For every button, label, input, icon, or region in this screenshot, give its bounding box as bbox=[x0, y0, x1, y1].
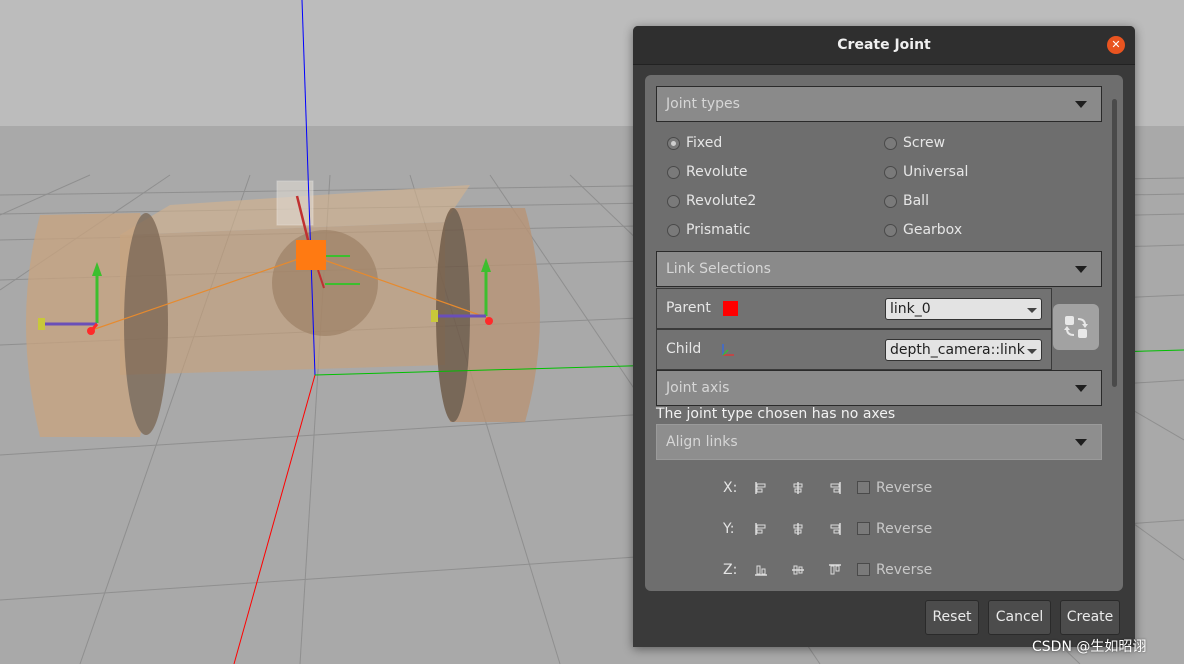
chevron-down-icon bbox=[1075, 101, 1087, 108]
parent-label: Parent bbox=[666, 300, 711, 316]
parent-link-value: link_0 bbox=[890, 301, 931, 317]
swap-icon bbox=[1064, 316, 1088, 338]
radio-label: Gearbox bbox=[903, 222, 963, 238]
radio-button-icon bbox=[667, 195, 680, 208]
align-y-max-icon[interactable] bbox=[828, 522, 842, 536]
child-label: Child bbox=[666, 341, 702, 357]
align-y-min-icon[interactable] bbox=[754, 522, 768, 536]
radio-label: Revolute bbox=[686, 164, 748, 180]
align-y-center-icon[interactable] bbox=[791, 522, 805, 536]
swap-links-button[interactable] bbox=[1053, 304, 1099, 350]
align-x-label: X: bbox=[723, 480, 738, 496]
chevron-down-icon bbox=[1075, 385, 1087, 392]
align-z-reverse-label: Reverse bbox=[876, 562, 933, 578]
joint-types-label: Joint types bbox=[666, 96, 740, 112]
radio-label: Prismatic bbox=[686, 222, 751, 238]
radio-button-icon bbox=[667, 166, 680, 179]
scrollbar[interactable] bbox=[1112, 99, 1117, 387]
depth-camera-box[interactable] bbox=[276, 180, 314, 226]
chevron-down-icon bbox=[1027, 349, 1037, 354]
joint-axis-header[interactable]: Joint axis bbox=[656, 370, 1102, 406]
radio-button-icon bbox=[884, 195, 897, 208]
link-selections-label: Link Selections bbox=[666, 261, 771, 277]
parent-link-select[interactable]: link_0 bbox=[885, 298, 1042, 320]
watermark: CSDN @生如昭诩 bbox=[1032, 639, 1147, 655]
align-x-reverse-label: Reverse bbox=[876, 480, 933, 496]
align-links-header[interactable]: Align links bbox=[656, 424, 1102, 460]
close-icon[interactable]: ✕ bbox=[1107, 36, 1125, 54]
align-z-center-icon[interactable] bbox=[791, 563, 805, 577]
align-z-label: Z: bbox=[723, 562, 738, 578]
align-z-min-icon[interactable] bbox=[754, 563, 768, 577]
align-x-min-icon[interactable] bbox=[754, 481, 768, 495]
radio-label: Screw bbox=[903, 135, 946, 151]
cancel-button[interactable]: Cancel bbox=[988, 600, 1051, 635]
radio-button-icon bbox=[667, 137, 680, 150]
child-link-row: Child depth_camera::link bbox=[656, 329, 1052, 370]
radio-button-icon bbox=[884, 137, 897, 150]
dialog-content-panel[interactable]: Joint types Fixed Screw Revolute Univers… bbox=[645, 75, 1123, 591]
align-z-max-icon[interactable] bbox=[828, 563, 842, 577]
align-y-reverse-checkbox[interactable] bbox=[857, 522, 870, 535]
dialog-title: Create Joint bbox=[837, 37, 931, 53]
child-link-value: depth_camera::link bbox=[890, 342, 1025, 358]
parent-link-row: Parent link_0 bbox=[656, 288, 1052, 329]
chevron-down-icon bbox=[1075, 439, 1087, 446]
align-links-label: Align links bbox=[666, 434, 738, 450]
align-z-reverse-checkbox[interactable] bbox=[857, 563, 870, 576]
radio-button-icon bbox=[884, 224, 897, 237]
reset-button[interactable]: Reset bbox=[925, 600, 979, 635]
chevron-down-icon bbox=[1075, 266, 1087, 273]
selected-link-marker[interactable] bbox=[296, 240, 326, 270]
parent-color-swatch bbox=[723, 301, 738, 316]
link-selections-header[interactable]: Link Selections bbox=[656, 251, 1102, 287]
radio-button-icon bbox=[667, 224, 680, 237]
radio-label: Revolute2 bbox=[686, 193, 757, 209]
create-button[interactable]: Create bbox=[1060, 600, 1120, 635]
chevron-down-icon bbox=[1027, 308, 1037, 313]
no-axes-message: The joint type chosen has no axes bbox=[656, 406, 896, 422]
create-joint-dialog: Create Joint ✕ Joint types Fixed Screw R… bbox=[633, 26, 1135, 647]
align-y-reverse-label: Reverse bbox=[876, 521, 933, 537]
axes-icon bbox=[722, 344, 734, 356]
align-x-max-icon[interactable] bbox=[828, 481, 842, 495]
align-y-label: Y: bbox=[723, 521, 735, 537]
joint-axis-label: Joint axis bbox=[666, 380, 730, 396]
radio-label: Universal bbox=[903, 164, 969, 180]
radio-button-icon bbox=[884, 166, 897, 179]
align-x-center-icon[interactable] bbox=[791, 481, 805, 495]
joint-types-header[interactable]: Joint types bbox=[656, 86, 1102, 122]
dialog-titlebar[interactable]: Create Joint ✕ bbox=[633, 26, 1135, 65]
radio-label: Fixed bbox=[686, 135, 723, 151]
radio-label: Ball bbox=[903, 193, 929, 209]
child-link-select[interactable]: depth_camera::link bbox=[885, 339, 1042, 361]
align-x-reverse-checkbox[interactable] bbox=[857, 481, 870, 494]
